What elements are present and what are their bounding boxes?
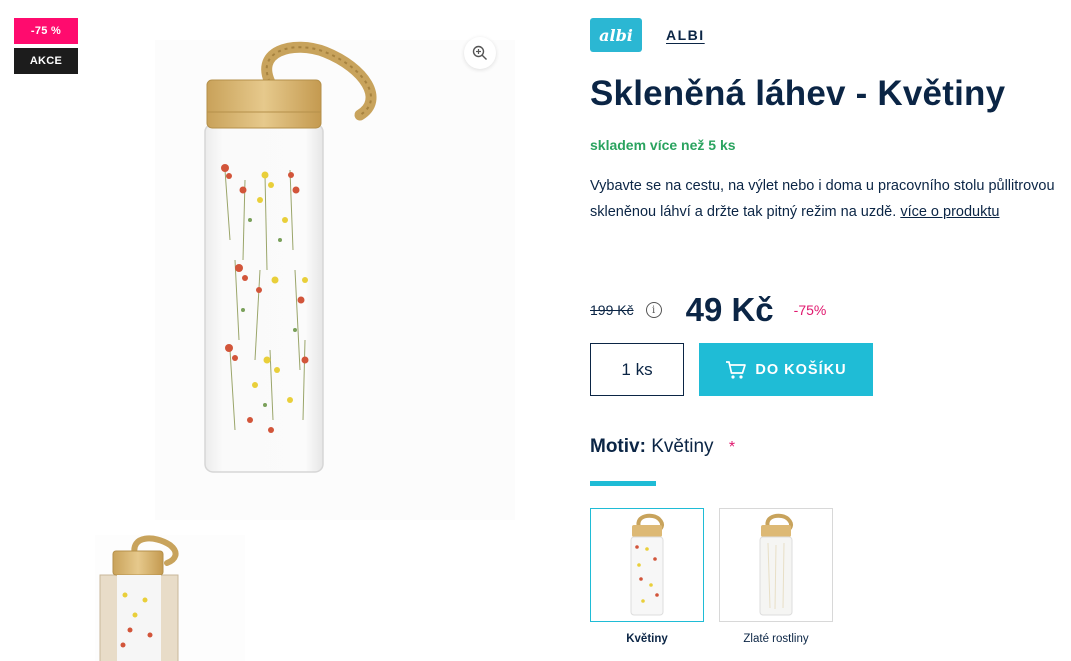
motiv-value: Květiny — [651, 436, 714, 457]
old-price: 199 Kč — [590, 302, 634, 318]
price-row: 199 Kč i 49 Kč -75% — [590, 290, 826, 330]
variant-zlate-rostliny[interactable] — [719, 508, 833, 622]
add-to-cart-button[interactable]: DO KOŠÍKU — [699, 343, 873, 396]
cart-button-label: DO KOŠÍKU — [755, 361, 847, 378]
discount-badge: -75 % — [14, 18, 78, 44]
required-mark: * — [728, 439, 736, 456]
product-description: Vybavte se na cestu, na výlet nebo i dom… — [590, 174, 1060, 225]
product-main-image[interactable] — [155, 40, 515, 520]
sale-badge: AKCE — [14, 48, 78, 74]
more-info-link[interactable]: více o produktu — [900, 204, 999, 220]
brand-logo[interactable]: albi — [590, 18, 642, 52]
variant-kvetiny-image — [630, 513, 665, 616]
zoom-in-icon — [472, 45, 487, 60]
variant-kvetiny-label[interactable]: Květiny — [590, 633, 704, 645]
motiv-underline — [590, 481, 656, 486]
motiv-key: Motiv: — [590, 436, 646, 457]
zoom-button[interactable] — [464, 37, 496, 69]
stock-status: skladem více než 5 ks — [590, 137, 736, 153]
motiv-label: Motiv: Květiny * — [590, 436, 735, 458]
current-price: 49 Kč — [685, 291, 774, 328]
info-icon[interactable]: i — [645, 302, 662, 318]
product-title: Skleněná láhev - Květiny — [590, 74, 1006, 113]
variant-zlate-rostliny-label[interactable]: Zlaté rostliny — [719, 633, 833, 645]
brand-row: albi ALBI — [590, 18, 705, 52]
brand-link[interactable]: ALBI — [666, 27, 705, 43]
variant-kvetiny[interactable] — [590, 508, 704, 622]
quantity-field[interactable]: 1 ks — [590, 343, 684, 396]
discount-percent: -75% — [793, 302, 827, 318]
product-thumbnail[interactable] — [95, 535, 245, 661]
cart-icon — [726, 360, 747, 379]
variant-zlate-rostliny-image — [759, 513, 794, 616]
